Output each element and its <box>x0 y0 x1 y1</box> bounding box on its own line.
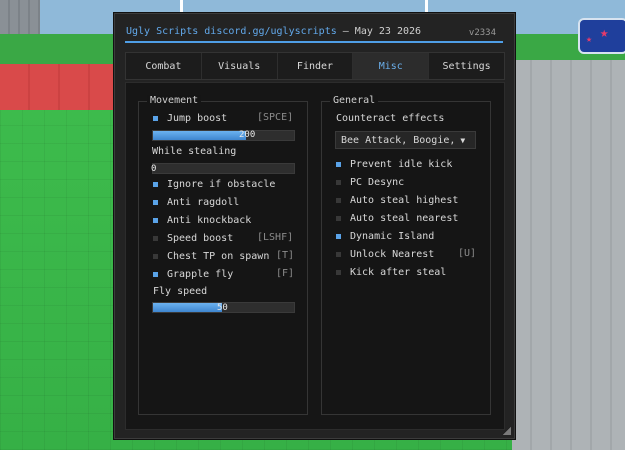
dynamic-island-checkbox[interactable] <box>336 233 341 239</box>
dynamic-island-label: Dynamic Island <box>350 230 435 242</box>
ignore-if-obstacle-toggle[interactable]: Ignore if obstacle <box>153 177 275 191</box>
version-label: v2334 <box>468 28 496 38</box>
counteract-effects-dropdown[interactable]: Bee Attack, Boogie, ▼ <box>335 131 476 149</box>
title-date: May 23 2026 <box>354 26 422 37</box>
anti-knockback-toggle[interactable]: Anti knockback <box>153 213 251 227</box>
resize-grip-icon[interactable] <box>503 427 511 435</box>
ignore-if-obstacle-checkbox[interactable] <box>153 181 158 187</box>
unlock-nearest-label: Unlock Nearest <box>350 248 435 260</box>
while-stealing-slider[interactable]: 0 <box>151 163 295 174</box>
speed-boost-checkbox[interactable] <box>153 235 158 241</box>
fly-speed-slider-fill <box>153 303 223 312</box>
general-group: General Counteract effects Bee Attack, B… <box>321 95 491 415</box>
counteract-effects-label: Counteract effects <box>336 113 445 124</box>
jump-boost-slider-fill <box>153 131 247 140</box>
chest-tp-keybind[interactable]: [T] <box>276 250 294 261</box>
white-spike <box>180 0 183 14</box>
grapple-fly-label: Grapple fly <box>167 268 234 280</box>
general-group-title: General <box>330 95 379 107</box>
pc-desync-checkbox[interactable] <box>336 179 341 185</box>
tab-bar: Combat Visuals Finder Misc Settings <box>125 52 505 80</box>
anti-knockback-checkbox[interactable] <box>153 217 158 223</box>
movement-group: Movement Jump boost [SPCE] 200 While ste… <box>138 95 308 415</box>
prevent-idle-kick-label: Prevent idle kick <box>350 158 453 170</box>
grey-floor <box>512 60 625 450</box>
speed-boost-toggle[interactable]: Speed boost <box>153 231 233 245</box>
window-title: Ugly Scripts discord.gg/uglyscripts — Ma… <box>126 26 421 37</box>
fly-speed-slider[interactable]: 50 <box>152 302 295 313</box>
jump-boost-slider-value: 200 <box>239 130 256 140</box>
auto-steal-nearest-checkbox[interactable] <box>336 215 341 221</box>
jump-boost-toggle[interactable]: Jump boost <box>153 111 227 125</box>
auto-steal-nearest-label: Auto steal nearest <box>350 212 459 224</box>
anti-knockback-label: Anti knockback <box>167 214 252 226</box>
star-prop: ★ ★ <box>578 18 625 54</box>
tab-visuals[interactable]: Visuals <box>202 53 278 79</box>
title-separator: — <box>336 26 355 37</box>
grapple-fly-toggle[interactable]: Grapple fly <box>153 267 233 281</box>
script-window[interactable]: Ugly Scripts discord.gg/uglyscripts — Ma… <box>114 13 515 439</box>
title-app-name: Ugly Scripts <box>126 26 199 37</box>
speed-boost-label: Speed boost <box>167 232 234 244</box>
auto-steal-highest-checkbox[interactable] <box>336 197 341 203</box>
unlock-nearest-toggle[interactable]: Unlock Nearest <box>336 247 434 261</box>
accent-line <box>125 41 503 43</box>
unlock-nearest-keybind[interactable]: [U] <box>458 248 476 259</box>
chest-tp-label: Chest TP on spawn <box>167 250 270 262</box>
kick-after-steal-checkbox[interactable] <box>336 269 341 275</box>
dynamic-island-toggle[interactable]: Dynamic Island <box>336 229 434 243</box>
while-stealing-label: While stealing <box>152 146 237 157</box>
anti-ragdoll-toggle[interactable]: Anti ragdoll <box>153 195 239 209</box>
title-discord-link[interactable]: discord.gg/uglyscripts <box>204 26 336 37</box>
auto-steal-highest-toggle[interactable]: Auto steal highest <box>336 193 458 207</box>
counteract-effects-value: Bee Attack, Boogie, <box>341 134 456 146</box>
fly-speed-slider-value: 50 <box>217 303 228 313</box>
ignore-if-obstacle-label: Ignore if obstacle <box>167 178 276 190</box>
unlock-nearest-checkbox[interactable] <box>336 251 341 257</box>
speed-boost-keybind[interactable]: [LSHF] <box>257 232 293 243</box>
fly-speed-label: Fly speed <box>153 286 208 297</box>
jump-boost-keybind[interactable]: [SPCE] <box>257 112 293 123</box>
tab-settings[interactable]: Settings <box>429 53 504 79</box>
tab-misc[interactable]: Misc <box>353 53 430 79</box>
auto-steal-highest-label: Auto steal highest <box>350 194 459 206</box>
prevent-idle-kick-toggle[interactable]: Prevent idle kick <box>336 157 452 171</box>
grapple-fly-keybind[interactable]: [F] <box>276 268 294 279</box>
chest-tp-checkbox[interactable] <box>153 253 158 259</box>
prevent-idle-kick-checkbox[interactable] <box>336 161 341 167</box>
auto-steal-nearest-toggle[interactable]: Auto steal nearest <box>336 211 458 225</box>
movement-group-title: Movement <box>147 95 202 107</box>
kick-after-steal-toggle[interactable]: Kick after steal <box>336 265 446 279</box>
chest-tp-toggle[interactable]: Chest TP on spawn <box>153 249 269 263</box>
chevron-down-icon: ▼ <box>460 135 466 145</box>
grapple-fly-checkbox[interactable] <box>153 271 158 277</box>
pc-desync-toggle[interactable]: PC Desync <box>336 175 404 189</box>
kick-after-steal-label: Kick after steal <box>350 266 447 278</box>
anti-ragdoll-checkbox[interactable] <box>153 199 158 205</box>
while-stealing-slider-value: 0 <box>151 164 157 174</box>
pc-desync-label: PC Desync <box>350 176 405 188</box>
tab-content: Movement Jump boost [SPCE] 200 While ste… <box>125 82 505 430</box>
jump-boost-slider[interactable]: 200 <box>152 130 295 141</box>
tab-combat[interactable]: Combat <box>126 53 202 79</box>
jump-boost-label: Jump boost <box>167 112 228 124</box>
jump-boost-checkbox[interactable] <box>153 115 158 121</box>
title-bar[interactable]: Ugly Scripts discord.gg/uglyscripts — Ma… <box>115 14 514 42</box>
anti-ragdoll-label: Anti ragdoll <box>167 196 240 208</box>
tab-finder[interactable]: Finder <box>278 53 354 79</box>
